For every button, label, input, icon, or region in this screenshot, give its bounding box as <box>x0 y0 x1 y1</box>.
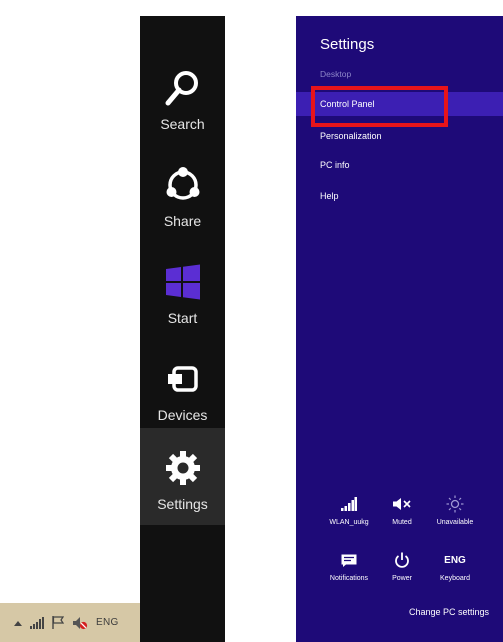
menu-item-label: PC info <box>320 160 350 170</box>
menu-item-control-panel[interactable]: Control Panel <box>296 92 503 116</box>
tile-label: Notifications <box>329 575 369 582</box>
keyboard-icon: ENG <box>444 554 466 566</box>
menu-item-personalization[interactable]: Personalization <box>296 124 503 148</box>
power-icon <box>394 549 410 571</box>
gear-icon <box>163 448 203 488</box>
tile-brightness[interactable]: Unavailable <box>423 493 487 543</box>
language-indicator[interactable]: ENG <box>96 617 119 628</box>
charm-start[interactable]: Start <box>140 242 225 339</box>
pane-title: Settings <box>320 36 375 53</box>
notifications-icon <box>341 549 357 571</box>
screen: ENG Search Share Start Devices Settings … <box>0 0 503 642</box>
devices-icon <box>163 359 203 399</box>
change-pc-settings-link[interactable]: Change PC settings <box>409 607 489 617</box>
tile-label: Muted <box>392 519 412 526</box>
search-icon <box>163 68 203 108</box>
tile-keyboard[interactable]: ENG Keyboard <box>423 549 487 599</box>
speaker-muted-icon <box>393 493 411 515</box>
charm-label: Devices <box>157 407 208 423</box>
tile-label: WLAN_uukg <box>329 519 369 526</box>
speaker-muted-icon[interactable] <box>72 615 88 631</box>
windows-logo-icon <box>163 262 203 302</box>
pane-subtitle: Desktop <box>320 69 352 79</box>
taskbar: ENG <box>0 603 140 642</box>
charm-settings[interactable]: Settings <box>140 428 225 525</box>
charm-label: Share <box>163 213 202 229</box>
signal-icon <box>341 493 357 515</box>
charm-share[interactable]: Share <box>140 145 225 242</box>
charm-label: Settings <box>157 496 208 512</box>
share-icon <box>163 165 203 205</box>
charms-bar: Search Share Start Devices Settings <box>140 16 225 642</box>
signal-icon[interactable] <box>30 615 44 631</box>
charm-search[interactable]: Search <box>140 48 225 145</box>
charm-label: Search <box>160 116 205 132</box>
tile-label: Unavailable <box>436 519 474 526</box>
menu-item-pc-info[interactable]: PC info <box>296 153 503 177</box>
flag-icon[interactable] <box>52 615 64 631</box>
tile-label: Power <box>392 575 412 582</box>
settings-pane: Settings Desktop Control Panel Personali… <box>296 16 503 642</box>
menu-item-label: Personalization <box>320 131 382 141</box>
menu-item-help[interactable]: Help <box>296 184 503 208</box>
menu-item-label: Help <box>320 191 339 201</box>
menu-item-label: Control Panel <box>320 99 375 109</box>
tile-label: Keyboard <box>440 575 470 582</box>
charm-label: Start <box>167 310 198 326</box>
brightness-icon <box>446 493 464 515</box>
up-arrow-icon[interactable] <box>14 615 22 631</box>
charm-devices[interactable]: Devices <box>140 339 225 436</box>
